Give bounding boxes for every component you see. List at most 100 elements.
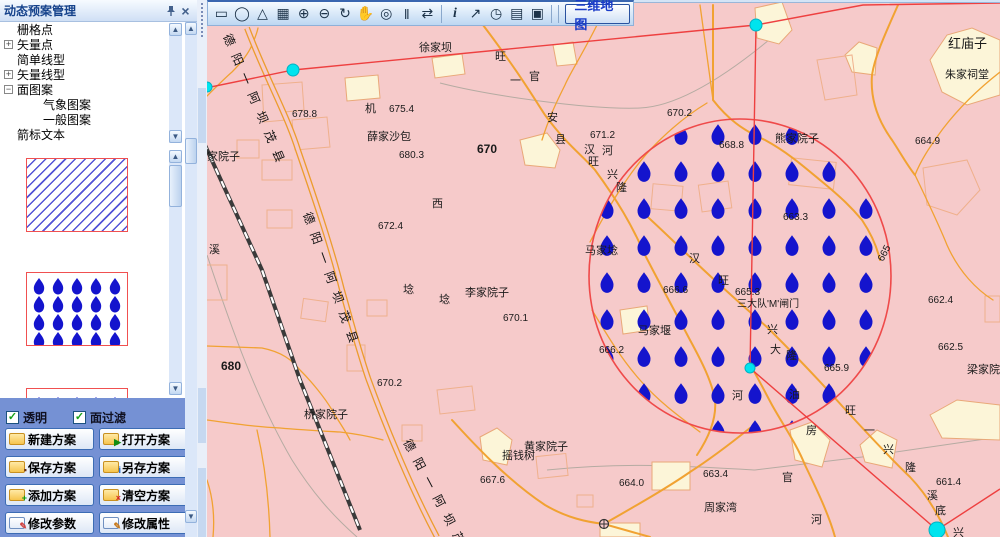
map-label: 668.8 — [719, 140, 744, 151]
map-label: 兴 — [767, 323, 778, 336]
pattern-swatch-raindrop-pattern[interactable] — [26, 272, 128, 346]
map-toolbar: ▭◯△▦⊕⊖↻✋◎‖⇄ i↗◷▤▣ 三维地图 — [207, 0, 634, 26]
map-label: 675.4 — [389, 104, 414, 115]
map-label: 红庙子 — [948, 36, 987, 51]
map-label: 埝 — [439, 292, 450, 306]
timer-icon[interactable]: ◷ — [486, 3, 507, 24]
snapshot-icon[interactable]: ▤ — [506, 3, 527, 24]
vertex-handle — [287, 64, 299, 76]
tree-item-栅格点[interactable]: 栅格点 — [0, 22, 197, 37]
plan-management-panel: 动态预案管理 × 栅格点+矢量点简单线型+矢量线型−面图案气象图案一般图案箭标文… — [0, 0, 197, 537]
edit-props-button[interactable]: ✎修改属性 — [99, 512, 188, 534]
pan-icon[interactable]: ✋ — [355, 3, 376, 24]
tree-scrollbar[interactable]: ▲ ▼ — [169, 23, 182, 143]
pause-icon[interactable]: ‖ — [396, 3, 417, 24]
tree-item-矢量点[interactable]: +矢量点 — [0, 37, 197, 52]
vertex-handle — [929, 522, 945, 537]
map-label: 670.2 — [377, 378, 402, 389]
checkbox-label: 面过滤 — [90, 409, 126, 426]
info-icon[interactable]: i — [445, 3, 466, 24]
map-label: 官 — [529, 69, 540, 83]
map-label: 家院子 — [207, 149, 240, 163]
junction-symbol — [600, 520, 609, 529]
map-label: 661.4 — [936, 477, 961, 488]
edit-params-button[interactable]: ✎修改参数 — [5, 512, 94, 534]
export-icon[interactable]: ↗ — [465, 3, 486, 24]
pattern-scrollbar[interactable]: ▲ ▼ — [169, 150, 182, 395]
refresh-view-icon[interactable]: ↻ — [335, 3, 356, 24]
tree-item-矢量线型[interactable]: +矢量线型 — [0, 67, 197, 82]
edit-props-icon: ✎ — [103, 517, 119, 529]
button-label: 修改属性 — [122, 515, 170, 532]
map-label: 机 — [365, 101, 376, 115]
tree-expander-icon[interactable]: + — [4, 70, 13, 79]
measure-circle-icon[interactable]: ◯ — [232, 3, 253, 24]
window-top-strip — [632, 0, 1000, 3]
zoom-in-icon[interactable]: ⊕ — [293, 3, 314, 24]
map-canvas[interactable]: 徐家坝678.8机675.4薛家沙包680.3670671.2670.2668.… — [207, 0, 1000, 537]
zoom-out-icon[interactable]: ⊖ — [314, 3, 335, 24]
tree-item-箭标文本[interactable]: 箭标文本 — [0, 127, 197, 142]
map-3d-button[interactable]: 三维地图 — [565, 4, 630, 24]
measure-distance-icon[interactable]: ▭ — [211, 3, 232, 24]
map-label: 670 — [477, 142, 497, 156]
tree-item-label: 箭标文本 — [17, 126, 65, 143]
checkbox-row: ✓透明✓面过滤 — [6, 409, 126, 426]
measure-polygon-icon[interactable]: △ — [252, 3, 273, 24]
map-label: 朱家祠堂 — [945, 67, 989, 81]
open-plan-button[interactable]: ▶打开方案 — [99, 428, 188, 450]
panel-scrollbar[interactable]: ▲ ▼ — [185, 22, 197, 537]
checkbox-icon[interactable]: ✓ — [73, 411, 86, 424]
button-label: 新建方案 — [28, 431, 76, 448]
grid-icon[interactable]: ▦ — [273, 3, 294, 24]
tree-item-一般图案[interactable]: 一般图案 — [0, 112, 197, 127]
tree-spacer — [30, 115, 39, 124]
map-label: 662.4 — [928, 295, 953, 306]
map-viewport[interactable]: 徐家坝678.8机675.4薛家沙包680.3670671.2670.2668.… — [207, 0, 1000, 537]
map-label: 梁家院子 — [967, 362, 1000, 376]
new-plan-button[interactable]: 新建方案 — [5, 428, 94, 450]
pattern-swatch-hatch-pattern[interactable] — [26, 158, 128, 232]
map-label: 官 — [782, 470, 793, 484]
map-label: 河 — [811, 513, 822, 526]
map-label: 河 — [732, 389, 743, 402]
checkbox-icon[interactable]: ✓ — [6, 411, 19, 424]
print-icon[interactable]: ▣ — [527, 3, 548, 24]
pin-icon[interactable] — [163, 3, 178, 18]
tree-expander-icon[interactable]: − — [4, 85, 13, 94]
new-plan-icon — [9, 433, 25, 445]
map-label: 662.5 — [938, 342, 963, 353]
tree-item-气象图案[interactable]: 气象图案 — [0, 97, 197, 112]
tree-item-简单线型[interactable]: 简单线型 — [0, 52, 197, 67]
rain-zone-circle[interactable] — [589, 119, 891, 433]
add-plan-icon: + — [9, 489, 25, 501]
layer-tree: 栅格点+矢量点简单线型+矢量线型−面图案气象图案一般图案箭标文本 — [0, 22, 197, 145]
tree-spacer — [4, 130, 13, 139]
map-label: 兴 — [953, 526, 964, 537]
swap-icon[interactable]: ⇄ — [417, 3, 438, 24]
map-label: 670.1 — [503, 313, 528, 324]
panel-splitter[interactable] — [197, 0, 207, 537]
map-label: 马家埝 — [585, 243, 618, 257]
map-label: 底 — [935, 503, 946, 517]
clear-plan-button[interactable]: ×清空方案 — [99, 484, 188, 506]
map-label: 兴 — [607, 168, 618, 181]
save-as-plan-icon: i — [103, 461, 119, 473]
tree-item-面图案[interactable]: −面图案 — [0, 82, 197, 97]
zoom-select-icon[interactable]: ◎ — [376, 3, 397, 24]
pattern-list — [0, 145, 197, 398]
save-plan-button[interactable]: ▪保存方案 — [5, 456, 94, 478]
map-label: 溪 — [209, 243, 220, 256]
tree-expander-icon[interactable]: + — [4, 40, 13, 49]
map-label: 旺 — [845, 405, 856, 417]
close-icon[interactable]: × — [178, 3, 193, 18]
save-plan-icon: ▪ — [9, 461, 25, 473]
add-plan-button[interactable]: +添加方案 — [5, 484, 94, 506]
map-label: 664.0 — [619, 478, 644, 489]
pattern-swatch-partial-pattern[interactable] — [26, 388, 128, 398]
checkbox-透明[interactable]: ✓透明 — [6, 409, 47, 426]
map-label: 旺 — [495, 51, 506, 63]
map-label: 周家湾 — [704, 500, 737, 514]
checkbox-面过滤[interactable]: ✓ 面过滤 — [73, 409, 126, 426]
save-as-plan-button[interactable]: i另存方案 — [99, 456, 188, 478]
